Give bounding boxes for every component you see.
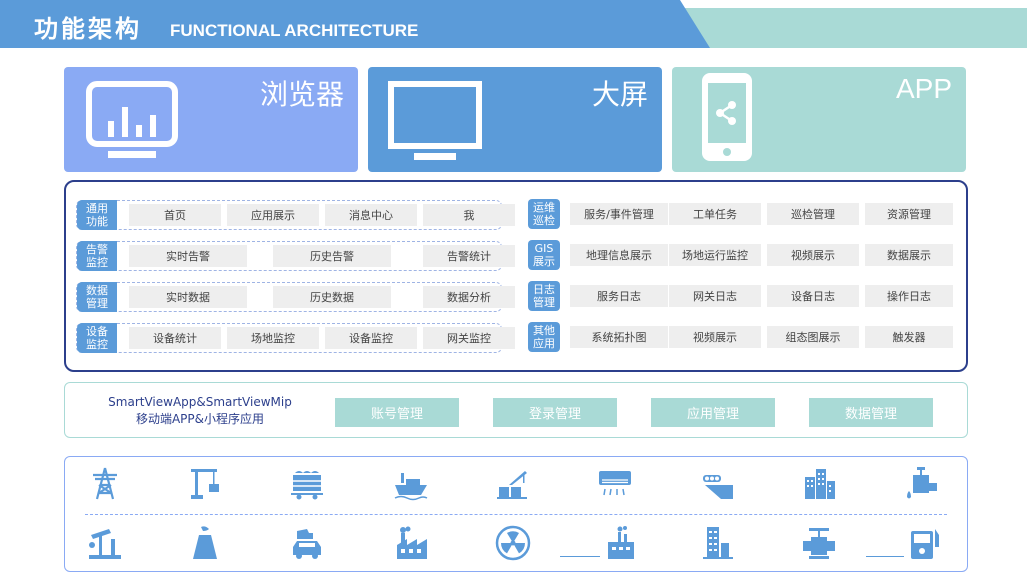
module-item[interactable]: 视频展示 <box>767 244 859 266</box>
module-category-label: 运维 巡检 <box>528 199 560 229</box>
module-item[interactable]: 场地监控 <box>227 327 319 349</box>
module-category-label: 其他 应用 <box>528 322 560 352</box>
port-crane-icon <box>497 471 527 499</box>
conveyor-mine-icon <box>703 475 733 499</box>
module-item[interactable]: 历史数据 <box>273 286 391 308</box>
gas-station-icon <box>293 529 321 559</box>
module-item[interactable]: 触发器 <box>865 326 953 348</box>
water-tap-icon <box>907 467 937 499</box>
module-item[interactable]: 服务日志 <box>570 285 668 307</box>
valve-icon <box>803 528 835 559</box>
client-title-screen: 大屏 <box>591 78 648 111</box>
city-buildings-icon <box>805 469 835 499</box>
module-item[interactable]: 操作日志 <box>865 285 953 307</box>
factory-icon <box>397 526 427 559</box>
monitor-icon <box>388 81 482 160</box>
module-item[interactable]: 数据展示 <box>865 244 953 266</box>
module-category-label: GIS 展示 <box>528 240 560 270</box>
module-item[interactable]: 巡检管理 <box>767 203 859 225</box>
client-card-screen: 大屏 <box>368 67 662 172</box>
monitor-chart-icon <box>86 81 178 158</box>
module-category-label: 告警 监控 <box>77 241 117 271</box>
page-title-en: FUNCTIONAL ARCHITECTURE <box>170 21 419 40</box>
industry-divider <box>85 514 947 515</box>
module-category-label: 日志 管理 <box>528 281 560 311</box>
cargo-train-icon <box>291 471 323 500</box>
oil-pump-icon <box>89 529 121 559</box>
underline-mark-2 <box>866 556 904 557</box>
header-accent-band <box>672 8 1027 48</box>
module-category-label: 数据 管理 <box>77 282 117 312</box>
industry-icons-panel <box>64 456 968 572</box>
left-module-row: 数据 管理 实时数据 历史数据 数据分析 <box>76 282 515 312</box>
module-item[interactable]: 服务/事件管理 <box>570 203 668 225</box>
module-item[interactable]: 消息中心 <box>325 204 417 226</box>
module-category-label: 设备 监控 <box>77 323 117 353</box>
module-item[interactable]: 数据分析 <box>423 286 515 308</box>
module-item[interactable]: 组态图展示 <box>767 326 859 348</box>
right-module-row: 日志 管理 服务日志 网关日志 设备日志 操作日志 <box>528 281 956 312</box>
industrial-plant-icon <box>608 526 634 559</box>
page-title: 功能架构 <box>34 15 142 43</box>
account-management-button[interactable]: 账号管理 <box>335 398 459 427</box>
module-item[interactable]: 历史告警 <box>273 245 391 267</box>
function-modules-panel: 通用 功能 首页 应用展示 消息中心我告警 监控 实时告警 历史告警 告警统计 数据 管理 实时… <box>64 180 968 372</box>
module-item[interactable]: 应用展示 <box>227 204 319 226</box>
right-module-row: GIS 展示 地理信息展示 场地运行监控 视频展示 数据展示 <box>528 240 956 271</box>
module-item[interactable]: 资源管理 <box>865 203 953 225</box>
module-item[interactable]: 设备监控 <box>325 327 417 349</box>
mobile-app-panel: SmartViewApp&SmartViewMip 移动端APP&小程序应用 账… <box>64 382 968 438</box>
module-item[interactable]: 网关监控 <box>423 327 515 349</box>
module-item[interactable]: 网关日志 <box>669 285 761 307</box>
nuclear-icon <box>495 525 531 561</box>
module-category-label: 通用 功能 <box>77 200 117 230</box>
chimney-plant-icon <box>193 526 217 559</box>
module-item[interactable]: 我 <box>423 204 515 226</box>
left-module-row: 告警 监控 实时告警 历史告警 告警统计 <box>76 241 515 271</box>
module-item[interactable]: 首页 <box>129 204 221 226</box>
app-management-button[interactable]: 应用管理 <box>651 398 775 427</box>
module-item[interactable]: 设备统计 <box>129 327 221 349</box>
office-building-icon <box>703 527 733 559</box>
mobile-title-line2: 移动端APP&小程序应用 <box>135 412 265 426</box>
login-management-button[interactable]: 登录管理 <box>493 398 617 427</box>
module-item[interactable]: 视频展示 <box>669 326 761 348</box>
module-item[interactable]: 场地运行监控 <box>669 244 761 266</box>
underline-mark-1 <box>560 556 600 557</box>
fuel-meter-icon <box>911 529 939 559</box>
client-title-app: APP <box>895 73 952 104</box>
data-management-button[interactable]: 数据管理 <box>809 398 933 427</box>
phone-share-icon <box>702 73 752 161</box>
mobile-title-line1: SmartViewApp&SmartViewMip <box>108 395 292 409</box>
module-item[interactable]: 地理信息展示 <box>570 244 668 266</box>
air-conditioner-icon <box>599 471 631 496</box>
right-module-row: 其他 应用 系统拓扑图 视频展示 组态图展示 触发器 <box>528 322 956 353</box>
module-item[interactable]: 设备日志 <box>767 285 859 307</box>
crane-icon <box>191 469 219 499</box>
right-module-row: 运维 巡检 服务/事件管理 工单任务 巡检管理 资源管理 <box>528 199 956 230</box>
module-item[interactable]: 系统拓扑图 <box>570 326 668 348</box>
ship-icon <box>394 473 428 501</box>
left-module-row: 设备 监控 设备统计 场地监控 设备监控 网关监控 <box>76 323 515 353</box>
module-item[interactable]: 告警统计 <box>423 245 515 267</box>
power-tower-icon <box>93 467 117 500</box>
module-item[interactable]: 工单任务 <box>669 203 761 225</box>
client-title-browser: 浏览器 <box>259 78 344 111</box>
module-item[interactable]: 实时数据 <box>129 286 247 308</box>
left-module-row: 通用 功能 首页 应用展示 消息中心我 <box>76 200 515 230</box>
client-card-browser: 浏览器 <box>64 67 358 172</box>
client-card-app: APP <box>672 67 966 172</box>
mobile-title: SmartViewApp&SmartViewMip 移动端APP&小程序应用 <box>105 394 295 428</box>
module-item[interactable]: 实时告警 <box>129 245 247 267</box>
